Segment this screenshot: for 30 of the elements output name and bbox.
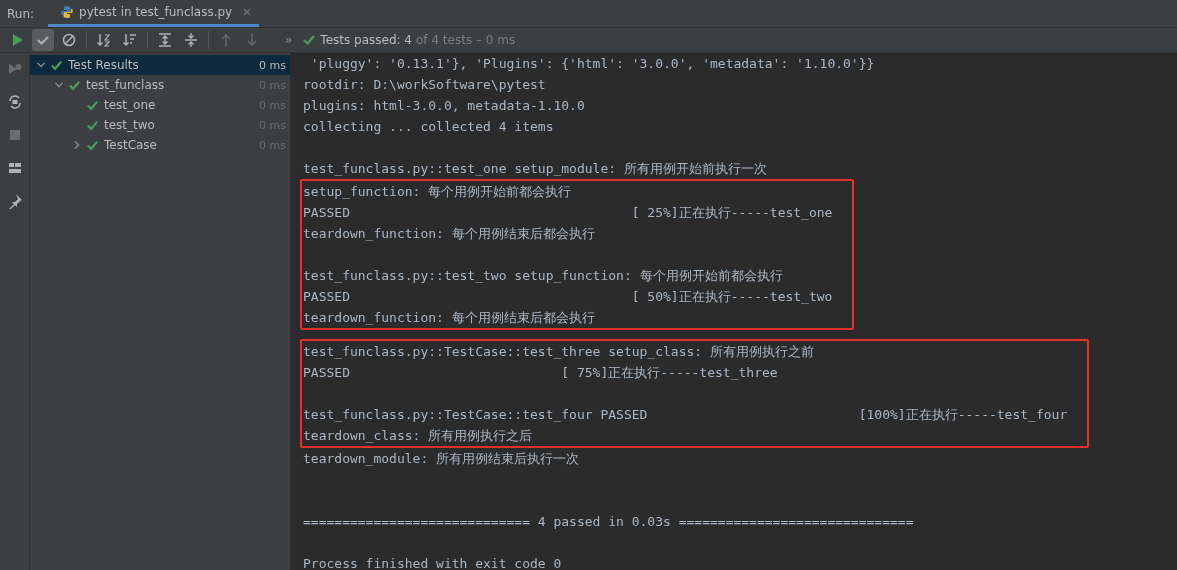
close-icon[interactable] <box>243 8 252 16</box>
tree-row[interactable]: Test Results 0 ms <box>30 55 290 75</box>
console-line: 'pluggy': '0.13.1'}, 'Plugins': {'html': '3.0.0', 'metadata': '1.10.0'}} <box>309 55 875 73</box>
chevron-icon[interactable] <box>36 60 46 70</box>
console-line: PASSED [ 50%]正在执行-----test_two <box>303 288 833 306</box>
console-line: test_funclass.py::TestCase::test_three setup_class: 所有用例执行之前 <box>303 343 815 361</box>
chevron-icon[interactable] <box>72 140 82 150</box>
console-line: teardown_function: 每个用例结束后都会执行 <box>303 309 596 327</box>
console-line: teardown_class: 所有用例执行之后 <box>303 427 534 445</box>
run-tab[interactable]: pytest in test_funclass.py <box>48 0 260 27</box>
console-line: test_funclass.py::TestCase::test_four PASSED [100%]正在执行-----test_four <box>303 406 1068 424</box>
console-line: teardown_function: 每个用例结束后都会执行 <box>303 225 596 243</box>
console-line: PASSED [ 75%]正在执行-----test_three <box>303 364 779 382</box>
console-line: teardown_module: 所有用例结束后执行一次 <box>303 450 580 468</box>
status-detail: of 4 tests – 0 ms <box>416 33 516 47</box>
console-line: test_funclass.py::test_one setup_module: 所有用例开始前执行一次 <box>303 160 768 178</box>
more-button[interactable]: » <box>285 33 293 47</box>
console-line: setup_function: 每个用例开始前都会执行 <box>303 183 573 201</box>
console-line: plugins: html-3.0.0, metadata-1.10.0 <box>303 97 586 115</box>
console-line: rootdir: D:\workSoftware\pytest <box>303 76 547 94</box>
console-line: PASSED [ 25%]正在执行-----test_one <box>303 204 833 222</box>
console-line: Process finished with exit code 0 <box>303 555 563 570</box>
chevron-icon[interactable] <box>54 80 64 90</box>
status-text: Tests passed: 4 <box>320 33 412 47</box>
run-label: Run: <box>6 5 36 23</box>
console-line: test_funclass.py::test_two setup_function: 每个用例开始前都会执行 <box>303 267 784 285</box>
check-icon[interactable] <box>32 29 54 51</box>
console-line: collecting ... collected 4 items <box>303 118 555 136</box>
python-icon <box>60 5 75 19</box>
console-line: ============================= 4 passed in 0.03s ============================== <box>303 513 915 531</box>
